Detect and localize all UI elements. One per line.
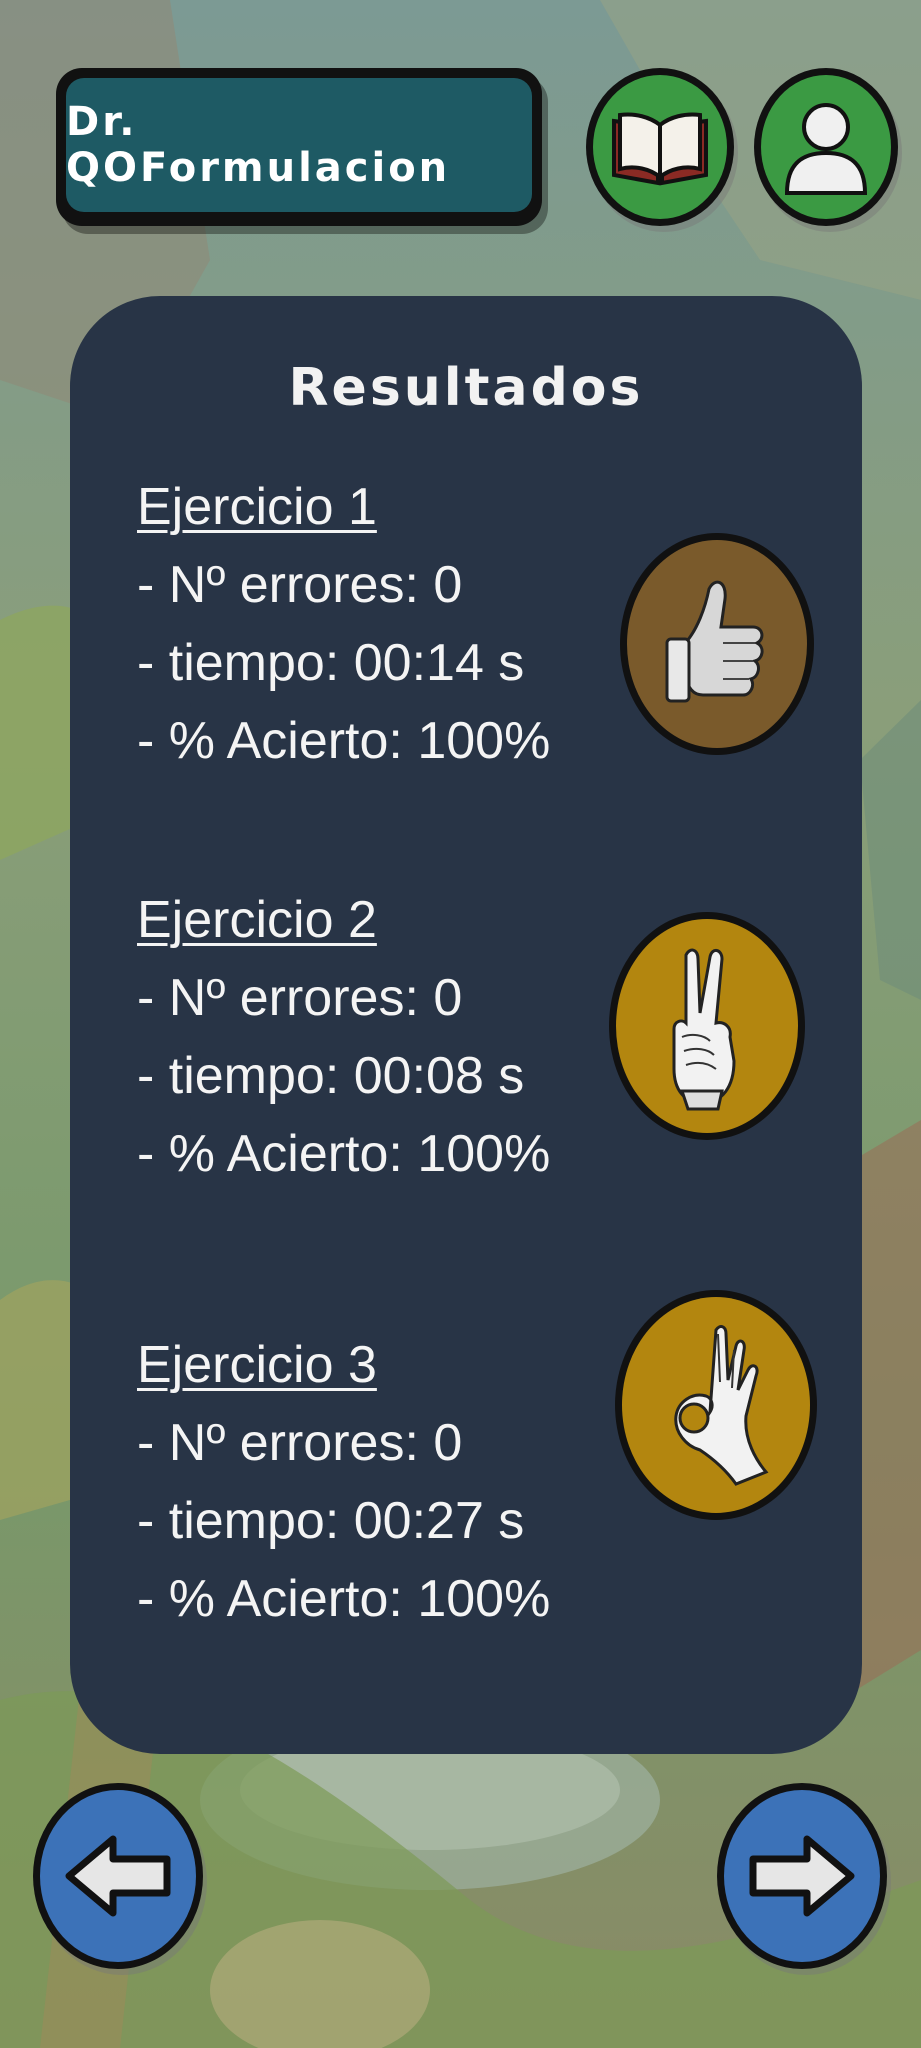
exercise-title: Ejercicio 3 bbox=[137, 1336, 377, 1394]
user-icon bbox=[784, 103, 868, 195]
errors-count: - Nº errores: 0 bbox=[137, 1414, 463, 1472]
back-button-face bbox=[40, 1790, 196, 1962]
book-button[interactable] bbox=[586, 68, 734, 226]
exercise-2: Ejercicio 2 - Nº errores: 0 - tiempo: 00… bbox=[137, 881, 550, 1193]
medal-exercise-2 bbox=[609, 912, 805, 1140]
book-icon bbox=[612, 112, 708, 186]
exercise-1: Ejercicio 1 - Nº errores: 0 - tiempo: 00… bbox=[137, 468, 550, 780]
time-value: - tiempo: 00:27 s bbox=[137, 1492, 525, 1550]
arrow-left-icon bbox=[65, 1835, 171, 1917]
next-button-face bbox=[724, 1790, 880, 1962]
exercise-title: Ejercicio 2 bbox=[137, 891, 377, 949]
app-title: Dr. QOFormulacion bbox=[66, 78, 532, 212]
arrow-right-icon bbox=[749, 1835, 855, 1917]
accuracy-value: - % Acierto: 100% bbox=[137, 1570, 551, 1628]
medal-face bbox=[616, 919, 798, 1133]
time-value: - tiempo: 00:08 s bbox=[137, 1047, 525, 1105]
errors-count: - Nº errores: 0 bbox=[137, 556, 463, 614]
app-title-badge: Dr. QOFormulacion bbox=[56, 68, 542, 226]
exercise-title: Ejercicio 1 bbox=[137, 478, 377, 536]
back-button[interactable] bbox=[33, 1783, 203, 1969]
errors-count: - Nº errores: 0 bbox=[137, 969, 463, 1027]
accuracy-value: - % Acierto: 100% bbox=[137, 1125, 551, 1183]
profile-button[interactable] bbox=[754, 68, 898, 226]
accuracy-value: - % Acierto: 100% bbox=[137, 712, 551, 770]
victory-hand-icon bbox=[672, 948, 736, 1111]
ok-hand-icon bbox=[674, 1325, 769, 1486]
medal-exercise-1 bbox=[620, 533, 814, 755]
medal-exercise-3 bbox=[615, 1290, 817, 1520]
book-button-face bbox=[593, 75, 727, 219]
results-title: Resultados bbox=[288, 358, 644, 418]
next-button[interactable] bbox=[717, 1783, 887, 1969]
exercise-3: Ejercicio 3 - Nº errores: 0 - tiempo: 00… bbox=[137, 1326, 550, 1638]
medal-face bbox=[622, 1297, 810, 1513]
profile-button-face bbox=[761, 75, 891, 219]
time-value: - tiempo: 00:14 s bbox=[137, 634, 525, 692]
thumbs-up-icon bbox=[665, 580, 764, 703]
medal-face bbox=[627, 540, 807, 748]
